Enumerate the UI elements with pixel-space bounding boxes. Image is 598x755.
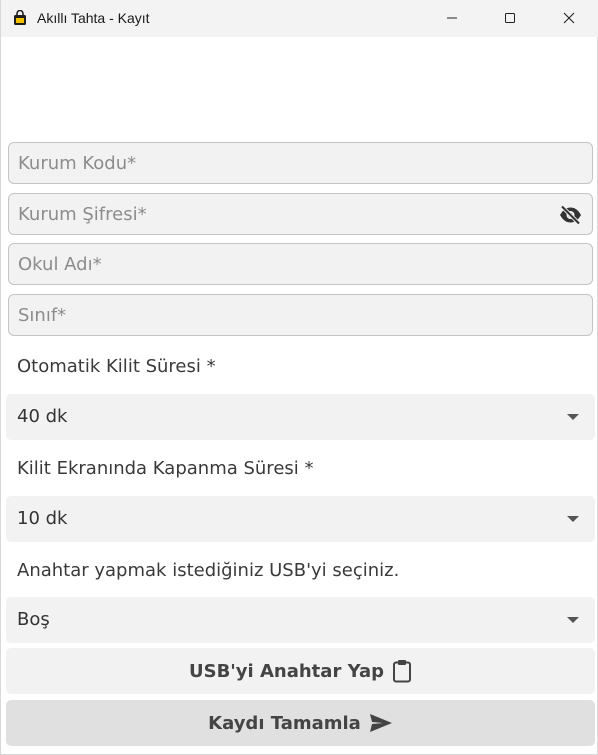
usb-value: Boş — [17, 609, 50, 630]
maximize-button[interactable] — [481, 0, 539, 37]
kapanma-suresi-value: 10 dk — [17, 508, 68, 529]
kurum-kodu-field[interactable] — [8, 142, 593, 184]
window-title: Akıllı Tahta - Kayıt — [37, 10, 150, 26]
complete-registration-label: Kaydı Tamamla — [208, 712, 361, 734]
close-button[interactable] — [540, 0, 598, 37]
dropdown-caret-icon — [567, 617, 579, 623]
close-icon — [563, 9, 575, 28]
kurum-sifresi-input[interactable] — [9, 194, 592, 234]
registration-window: Akıllı Tahta - Kayıt Kurum Kodu* Okul Ad… — [0, 0, 598, 755]
usb-dropdown[interactable]: Boş — [6, 597, 595, 643]
dropdown-caret-icon — [567, 414, 579, 420]
sinif-field[interactable] — [8, 294, 593, 336]
send-icon — [369, 713, 393, 733]
kapanma-suresi-label: Kilit Ekranında Kapanma Süresi * — [17, 458, 314, 479]
usb-select-label: Anahtar yapmak istediğiniz USB'yi seçini… — [17, 560, 400, 581]
kurum-kodu-input[interactable] — [9, 143, 592, 183]
app-logo-icon — [13, 9, 27, 26]
make-usb-key-button[interactable]: USB'yi Anahtar Yap — [6, 648, 595, 694]
title-bar[interactable]: Akıllı Tahta - Kayıt — [1, 0, 598, 37]
minimize-icon — [446, 9, 458, 28]
kilit-suresi-label: Otomatik Kilit Süresi * — [17, 356, 216, 377]
kurum-sifresi-field[interactable] — [8, 193, 593, 235]
eye-slash-icon[interactable] — [557, 203, 583, 227]
complete-registration-button[interactable]: Kaydı Tamamla — [6, 700, 595, 746]
sinif-input[interactable] — [9, 295, 592, 335]
okul-adi-input[interactable] — [9, 244, 592, 284]
kapanma-suresi-dropdown[interactable]: 10 dk — [6, 496, 595, 542]
minimize-button[interactable] — [423, 0, 481, 37]
kilit-suresi-value: 40 dk — [17, 406, 68, 427]
dropdown-caret-icon — [567, 516, 579, 522]
kilit-suresi-dropdown[interactable]: 40 dk — [6, 394, 595, 440]
okul-adi-field[interactable] — [8, 243, 593, 285]
make-usb-key-label: USB'yi Anahtar Yap — [189, 660, 384, 682]
clipboard-icon — [392, 659, 412, 683]
maximize-icon — [504, 9, 516, 28]
